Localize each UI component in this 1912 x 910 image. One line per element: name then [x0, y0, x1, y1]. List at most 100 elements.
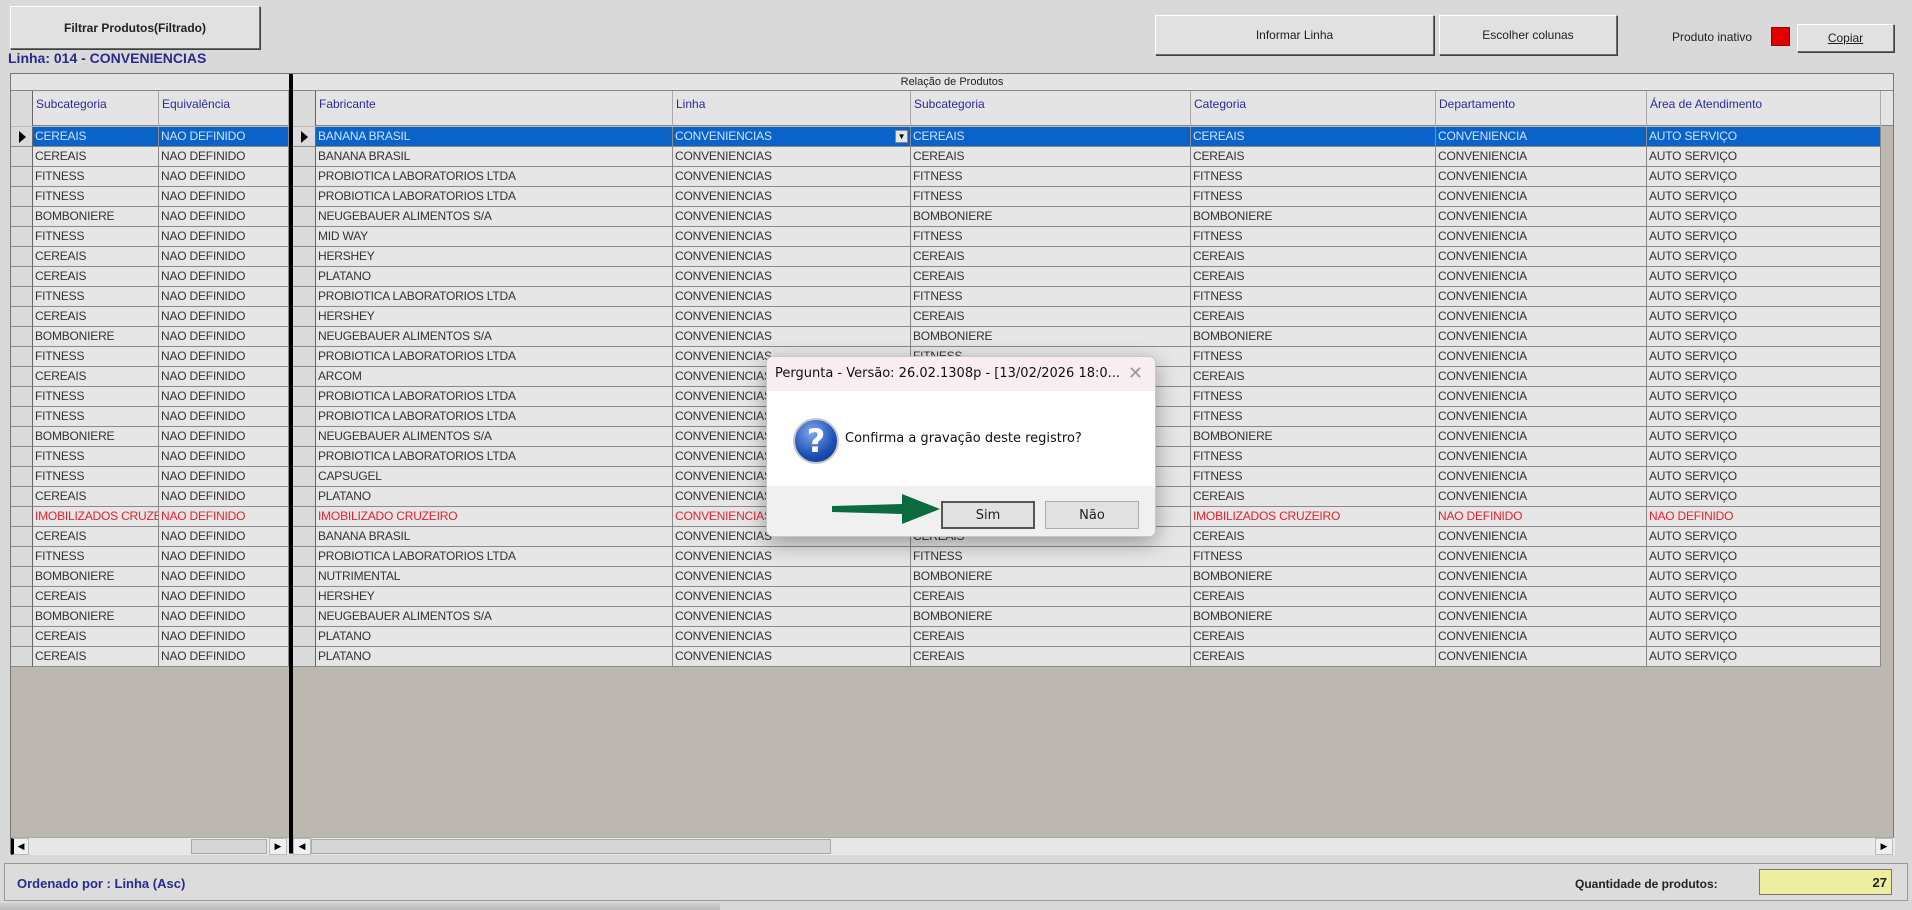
row-indicator[interactable]: [293, 527, 316, 547]
row-indicator[interactable]: [293, 487, 316, 507]
row-indicator[interactable]: [11, 167, 33, 187]
table-cell[interactable]: AUTO SERVIÇO: [1647, 427, 1881, 447]
filter-products-button[interactable]: Filtrar Produtos(Filtrado): [10, 6, 260, 49]
table-cell[interactable]: NAO DEFINIDO: [159, 347, 289, 367]
table-cell[interactable]: HERSHEY: [316, 307, 673, 327]
row-indicator[interactable]: [293, 287, 316, 307]
table-cell[interactable]: CONVENIENCIAS: [673, 167, 911, 187]
scroll-right-icon[interactable]: ▶: [269, 838, 287, 855]
table-cell[interactable]: PROBIOTICA LABORATORIOS LTDA: [316, 447, 673, 467]
table-cell[interactable]: CEREAIS: [33, 127, 159, 147]
table-cell[interactable]: NAO DEFINIDO: [159, 547, 289, 567]
table-cell[interactable]: IMOBILIZADOS CRUZEIRO: [1191, 507, 1436, 527]
table-cell[interactable]: AUTO SERVIÇO: [1647, 447, 1881, 467]
table-cell[interactable]: CAPSUGEL: [316, 467, 673, 487]
table-cell[interactable]: FITNESS: [33, 187, 159, 207]
table-cell[interactable]: FITNESS: [1191, 447, 1436, 467]
close-icon[interactable]: ✕: [1128, 363, 1143, 384]
table-cell[interactable]: BOMBONIERE: [33, 567, 159, 587]
row-indicator[interactable]: [11, 307, 33, 327]
row-indicator[interactable]: [11, 187, 33, 207]
table-cell[interactable]: BOMBONIERE: [1191, 327, 1436, 347]
choose-columns-button[interactable]: Escolher colunas: [1439, 15, 1617, 55]
table-cell[interactable]: PROBIOTICA LABORATORIOS LTDA: [316, 547, 673, 567]
table-cell[interactable]: NAO DEFINIDO: [159, 407, 289, 427]
column-header[interactable]: Fabricante: [316, 91, 673, 126]
row-indicator[interactable]: [11, 267, 33, 287]
table-cell[interactable]: NUTRIMENTAL: [316, 567, 673, 587]
table-cell[interactable]: FITNESS: [1191, 407, 1436, 427]
row-indicator[interactable]: [293, 507, 316, 527]
table-cell[interactable]: NAO DEFINIDO: [159, 427, 289, 447]
table-cell[interactable]: AUTO SERVIÇO: [1647, 547, 1881, 567]
table-cell[interactable]: AUTO SERVIÇO: [1647, 227, 1881, 247]
table-cell[interactable]: CEREAIS: [1191, 527, 1436, 547]
table-cell[interactable]: PROBIOTICA LABORATORIOS LTDA: [316, 287, 673, 307]
row-indicator[interactable]: [293, 367, 316, 387]
table-cell[interactable]: CEREAIS: [911, 307, 1191, 327]
table-cell[interactable]: BOMBONIERE: [911, 327, 1191, 347]
row-indicator[interactable]: [11, 507, 33, 527]
table-cell[interactable]: CONVENIENCIA: [1436, 247, 1647, 267]
table-cell[interactable]: CONVENIENCIAS: [673, 627, 911, 647]
table-cell[interactable]: CEREAIS: [1191, 247, 1436, 267]
table-cell[interactable]: BOMBONIERE: [911, 567, 1191, 587]
table-cell[interactable]: BOMBONIERE: [1191, 427, 1436, 447]
table-cell[interactable]: CONVENIENCIAS: [673, 547, 911, 567]
table-cell[interactable]: CEREAIS: [911, 587, 1191, 607]
table-cell[interactable]: CONVENIENCIAS: [673, 307, 911, 327]
column-header[interactable]: Área de Atendimento: [1647, 91, 1881, 126]
table-cell[interactable]: AUTO SERVIÇO: [1647, 127, 1881, 147]
row-indicator[interactable]: [11, 247, 33, 267]
table-cell[interactable]: NAO DEFINIDO: [159, 387, 289, 407]
table-cell[interactable]: CONVENIENCIA: [1436, 567, 1647, 587]
row-indicator[interactable]: [293, 547, 316, 567]
left-horizontal-scrollbar[interactable]: ◀ ▶: [11, 837, 289, 855]
table-cell[interactable]: AUTO SERVIÇO: [1647, 367, 1881, 387]
table-cell[interactable]: NAO DEFINIDO: [159, 647, 289, 667]
yes-button[interactable]: Sim: [941, 501, 1035, 529]
table-cell[interactable]: NAO DEFINIDO: [159, 227, 289, 247]
table-cell[interactable]: AUTO SERVIÇO: [1647, 347, 1881, 367]
table-cell[interactable]: CONVENIENCIAS: [673, 267, 911, 287]
table-cell[interactable]: FITNESS: [911, 187, 1191, 207]
table-cell[interactable]: FITNESS: [33, 547, 159, 567]
row-indicator[interactable]: [293, 427, 316, 447]
table-cell[interactable]: NAO DEFINIDO: [159, 287, 289, 307]
table-cell[interactable]: FITNESS: [33, 387, 159, 407]
table-cell[interactable]: BOMBONIERE: [1191, 607, 1436, 627]
table-cell[interactable]: FITNESS: [1191, 347, 1436, 367]
row-indicator[interactable]: [293, 627, 316, 647]
table-cell[interactable]: AUTO SERVIÇO: [1647, 527, 1881, 547]
table-cell[interactable]: CONVENIENCIA: [1436, 627, 1647, 647]
table-cell[interactable]: PLATANO: [316, 627, 673, 647]
table-cell[interactable]: BOMBONIERE: [1191, 207, 1436, 227]
table-cell[interactable]: CEREAIS: [911, 147, 1191, 167]
table-cell[interactable]: BOMBONIERE: [33, 607, 159, 627]
table-cell[interactable]: CEREAIS: [1191, 587, 1436, 607]
table-cell[interactable]: NAO DEFINIDO: [159, 167, 289, 187]
table-cell[interactable]: CEREAIS: [33, 147, 159, 167]
table-cell[interactable]: FITNESS: [33, 407, 159, 427]
table-cell[interactable]: CEREAIS: [1191, 307, 1436, 327]
row-indicator[interactable]: [293, 447, 316, 467]
table-cell[interactable]: NAO DEFINIDO: [159, 467, 289, 487]
table-cell[interactable]: FITNESS: [911, 227, 1191, 247]
table-cell[interactable]: BOMBONIERE: [911, 607, 1191, 627]
scroll-left-icon[interactable]: ◀: [11, 838, 29, 855]
column-header[interactable]: Equivalência: [159, 91, 289, 126]
table-cell[interactable]: CEREAIS: [1191, 127, 1436, 147]
table-cell[interactable]: BOMBONIERE: [911, 207, 1191, 227]
table-cell[interactable]: AUTO SERVIÇO: [1647, 167, 1881, 187]
row-indicator[interactable]: [11, 227, 33, 247]
table-cell[interactable]: FITNESS: [33, 447, 159, 467]
table-cell[interactable]: FITNESS: [1191, 167, 1436, 187]
table-cell[interactable]: FITNESS: [1191, 227, 1436, 247]
table-cell[interactable]: BOMBONIERE: [1191, 567, 1436, 587]
table-cell[interactable]: HERSHEY: [316, 247, 673, 267]
table-cell[interactable]: CEREAIS: [911, 247, 1191, 267]
row-indicator[interactable]: [11, 367, 33, 387]
no-button[interactable]: Não: [1045, 501, 1139, 529]
scroll-thumb[interactable]: [191, 839, 267, 854]
table-cell[interactable]: FITNESS: [911, 547, 1191, 567]
